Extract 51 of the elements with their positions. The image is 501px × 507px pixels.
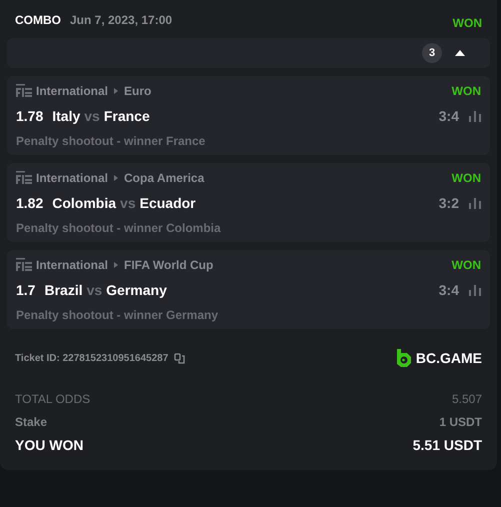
ticket-id: Ticket ID: 2278152310951645287 — [15, 352, 168, 364]
selection-status: WON — [452, 258, 481, 272]
score: 3:4 — [438, 282, 459, 298]
league: Copa America — [124, 171, 204, 185]
stats-icon[interactable] — [469, 110, 481, 122]
home-team: Colombia — [52, 195, 116, 211]
tournament-logo-icon — [16, 171, 33, 185]
summary-value: 5.51 USDT — [412, 436, 482, 452]
category: International — [36, 84, 108, 98]
summary-value: 1 USDT — [439, 414, 482, 428]
summary-label: TOTAL ODDS — [15, 392, 90, 406]
league: Euro — [124, 84, 152, 98]
score: 3:4 — [438, 108, 459, 124]
home-team: Brazil — [44, 282, 83, 298]
versus: vs — [84, 108, 100, 124]
bet-type: COMBO — [15, 13, 61, 27]
bet-status: WON — [452, 16, 482, 30]
odds: 1.7 — [16, 282, 36, 298]
tournament-logo-icon — [16, 84, 33, 98]
summary-label: Stake — [15, 414, 48, 428]
chevron-icon — [114, 175, 118, 181]
summary-value: 5.507 — [452, 392, 482, 406]
summary-label: YOU WON — [15, 436, 84, 452]
category: International — [36, 258, 108, 272]
selection-count: 3 — [422, 43, 442, 63]
stats-icon[interactable] — [469, 198, 481, 208]
selection-status: WON — [452, 171, 481, 185]
selection-status: WON — [452, 84, 481, 98]
logo-icon — [396, 349, 412, 367]
chevron-icon — [114, 88, 118, 94]
versus: vs — [86, 282, 102, 298]
chevron-icon — [114, 262, 118, 268]
market: Penalty shootout - winner Germany — [16, 308, 220, 322]
versus: vs — [120, 195, 136, 211]
caret-icon — [455, 50, 465, 56]
league: FIFA World Cup — [124, 258, 214, 272]
category: International — [36, 171, 108, 185]
home-team: Italy — [52, 108, 80, 124]
away-team: Germany — [106, 282, 167, 298]
bet-date: Jun 7, 2023, 17:00 — [70, 13, 172, 27]
market: Penalty shootout - winner Colombia — [16, 221, 222, 235]
away-team: Ecuador — [140, 195, 196, 211]
stats-icon[interactable] — [469, 284, 481, 296]
away-team: France — [104, 108, 150, 124]
score: 3:2 — [438, 195, 459, 211]
brand-name: BC.GAME — [416, 350, 482, 366]
odds: 1.82 — [16, 195, 44, 211]
copy-icon[interactable] — [174, 352, 186, 364]
tournament-logo-icon — [16, 258, 33, 272]
market: Penalty shootout - winner France — [16, 134, 206, 148]
odds: 1.78 — [16, 108, 44, 124]
